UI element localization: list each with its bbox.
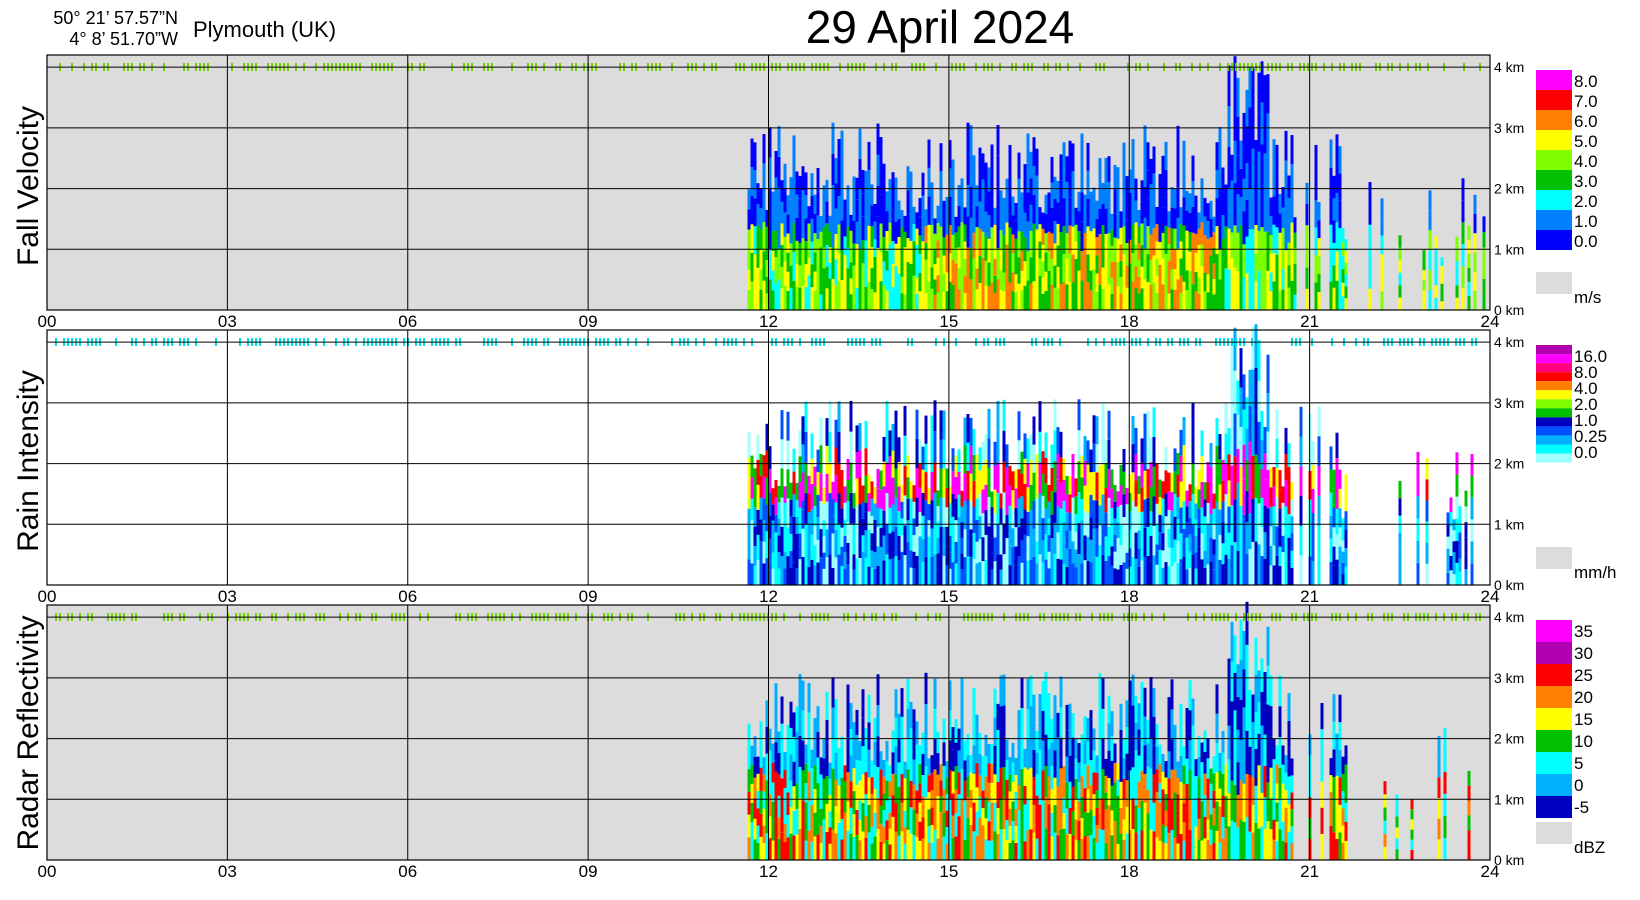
colorbar-swatch — [1536, 453, 1572, 463]
y-tick-label: 4 km — [1494, 334, 1524, 350]
colorbar-label: 10 — [1574, 732, 1593, 751]
colorbar-swatch — [1536, 426, 1572, 436]
colorbar-swatch — [1536, 435, 1572, 445]
colorbar-label: 0.0 — [1574, 232, 1598, 251]
colorbar-label: -5 — [1574, 798, 1589, 817]
colorbar-label: 8.0 — [1574, 72, 1598, 91]
colorbar-label: 2.0 — [1574, 192, 1598, 211]
colorbar-swatch — [1536, 730, 1572, 752]
y-tick-label: 2 km — [1494, 456, 1524, 472]
x-tick-label: 12 — [759, 862, 778, 881]
colorbar-swatch — [1536, 408, 1572, 418]
colorbar-swatch — [1536, 363, 1572, 373]
colorbar-label: 0.0 — [1574, 443, 1598, 462]
x-tick-label: 00 — [38, 862, 57, 881]
colorbar-swatch — [1536, 90, 1572, 110]
x-tick-label: 15 — [939, 587, 958, 606]
colorbar-label: 5.0 — [1574, 132, 1598, 151]
x-tick-label: 21 — [1300, 862, 1319, 881]
x-tick-label: 24 — [1481, 312, 1500, 331]
y-tick-label: 2 km — [1494, 181, 1524, 197]
colorbar-missing-swatch — [1536, 822, 1572, 844]
colorbar-swatch — [1536, 399, 1572, 409]
x-tick-label: 15 — [939, 862, 958, 881]
colorbar-swatch — [1536, 664, 1572, 686]
x-tick-label: 03 — [218, 312, 237, 331]
colorbar-swatch — [1536, 796, 1572, 818]
colorbar-label: 3.0 — [1574, 172, 1598, 191]
y-tick-label: 3 km — [1494, 120, 1524, 136]
colorbar-swatch — [1536, 686, 1572, 708]
x-tick-label: 21 — [1300, 587, 1319, 606]
y-tick-label: 2 km — [1494, 731, 1524, 747]
colorbar-swatch — [1536, 230, 1572, 250]
colorbar-label: 25 — [1574, 666, 1593, 685]
colorbar-swatch — [1536, 417, 1572, 427]
colorbar-swatch — [1536, 708, 1572, 730]
x-tick-label: 00 — [38, 587, 57, 606]
x-tick-label: 12 — [759, 587, 778, 606]
x-tick-label: 03 — [218, 587, 237, 606]
colorbar-label: 7.0 — [1574, 92, 1598, 111]
x-tick-label: 03 — [218, 862, 237, 881]
colorbar-swatch — [1536, 774, 1572, 796]
colorbar-unit: m/s — [1574, 288, 1601, 307]
colorbar-label: 6.0 — [1574, 112, 1598, 131]
x-tick-label: 21 — [1300, 312, 1319, 331]
colorbar-swatch — [1536, 345, 1572, 355]
colorbar-missing-swatch — [1536, 547, 1572, 569]
colorbar-label: 1.0 — [1574, 212, 1598, 231]
colorbar-swatch — [1536, 354, 1572, 364]
x-tick-label: 06 — [398, 312, 417, 331]
y-tick-label: 1 km — [1494, 791, 1524, 807]
panel-0: 0 km1 km2 km3 km4 km00 03 06 09 12 15 18 21 248.… — [38, 54, 1601, 331]
colorbar-swatch — [1536, 381, 1572, 391]
x-tick-label: 00 — [38, 312, 57, 331]
y-tick-label: 1 km — [1494, 241, 1524, 257]
x-tick-label: 06 — [398, 862, 417, 881]
y-tick-label: 4 km — [1494, 609, 1524, 625]
colorbar-missing-swatch — [1536, 272, 1572, 294]
x-tick-label: 18 — [1120, 587, 1139, 606]
colorbar-label: 5 — [1574, 754, 1583, 773]
panel-1: 0 km1 km2 km3 km4 km00 03 06 09 12 15 18 21 2416… — [38, 324, 1617, 606]
x-tick-label: 18 — [1120, 862, 1139, 881]
colorbar-swatch — [1536, 130, 1572, 150]
x-tick-label: 09 — [579, 587, 598, 606]
colorbar-swatch — [1536, 110, 1572, 130]
x-tick-label: 24 — [1481, 862, 1500, 881]
y-tick-label: 4 km — [1494, 59, 1524, 75]
colorbar-swatch — [1536, 620, 1572, 642]
colorbar-swatch — [1536, 210, 1572, 230]
colorbar-unit: mm/h — [1574, 563, 1617, 582]
colorbar-swatch — [1536, 150, 1572, 170]
y-tick-label: 3 km — [1494, 395, 1524, 411]
x-tick-label: 24 — [1481, 587, 1500, 606]
colorbar-label: 15 — [1574, 710, 1593, 729]
y-tick-label: 3 km — [1494, 670, 1524, 686]
colorbar-swatch — [1536, 372, 1572, 382]
colorbar-swatch — [1536, 190, 1572, 210]
charts-canvas: 0 km1 km2 km3 km4 km00 03 06 09 12 15 18 21 248.… — [38, 54, 1617, 881]
x-tick-label: 18 — [1120, 312, 1139, 331]
colorbar-swatch — [1536, 70, 1572, 90]
colorbar-label: 30 — [1574, 644, 1593, 663]
colorbar-swatch — [1536, 390, 1572, 400]
colorbar-unit: dBZ — [1574, 838, 1605, 857]
x-tick-label: 15 — [939, 312, 958, 331]
colorbar-swatch — [1536, 642, 1572, 664]
colorbar-label: 20 — [1574, 688, 1593, 707]
colorbar-swatch — [1536, 170, 1572, 190]
colorbar-swatch — [1536, 444, 1572, 454]
x-tick-label: 06 — [398, 587, 417, 606]
x-tick-label: 09 — [579, 862, 598, 881]
colorbar-label: 0 — [1574, 776, 1583, 795]
colorbar-label: 4.0 — [1574, 152, 1598, 171]
x-tick-label: 09 — [579, 312, 598, 331]
panel-2: 0 km1 km2 km3 km4 km00 03 06 09 12 15 18 21 2435… — [38, 601, 1605, 881]
colorbar-swatch — [1536, 752, 1572, 774]
colorbar-label: 35 — [1574, 622, 1593, 641]
y-tick-label: 1 km — [1494, 516, 1524, 532]
x-tick-label: 12 — [759, 312, 778, 331]
